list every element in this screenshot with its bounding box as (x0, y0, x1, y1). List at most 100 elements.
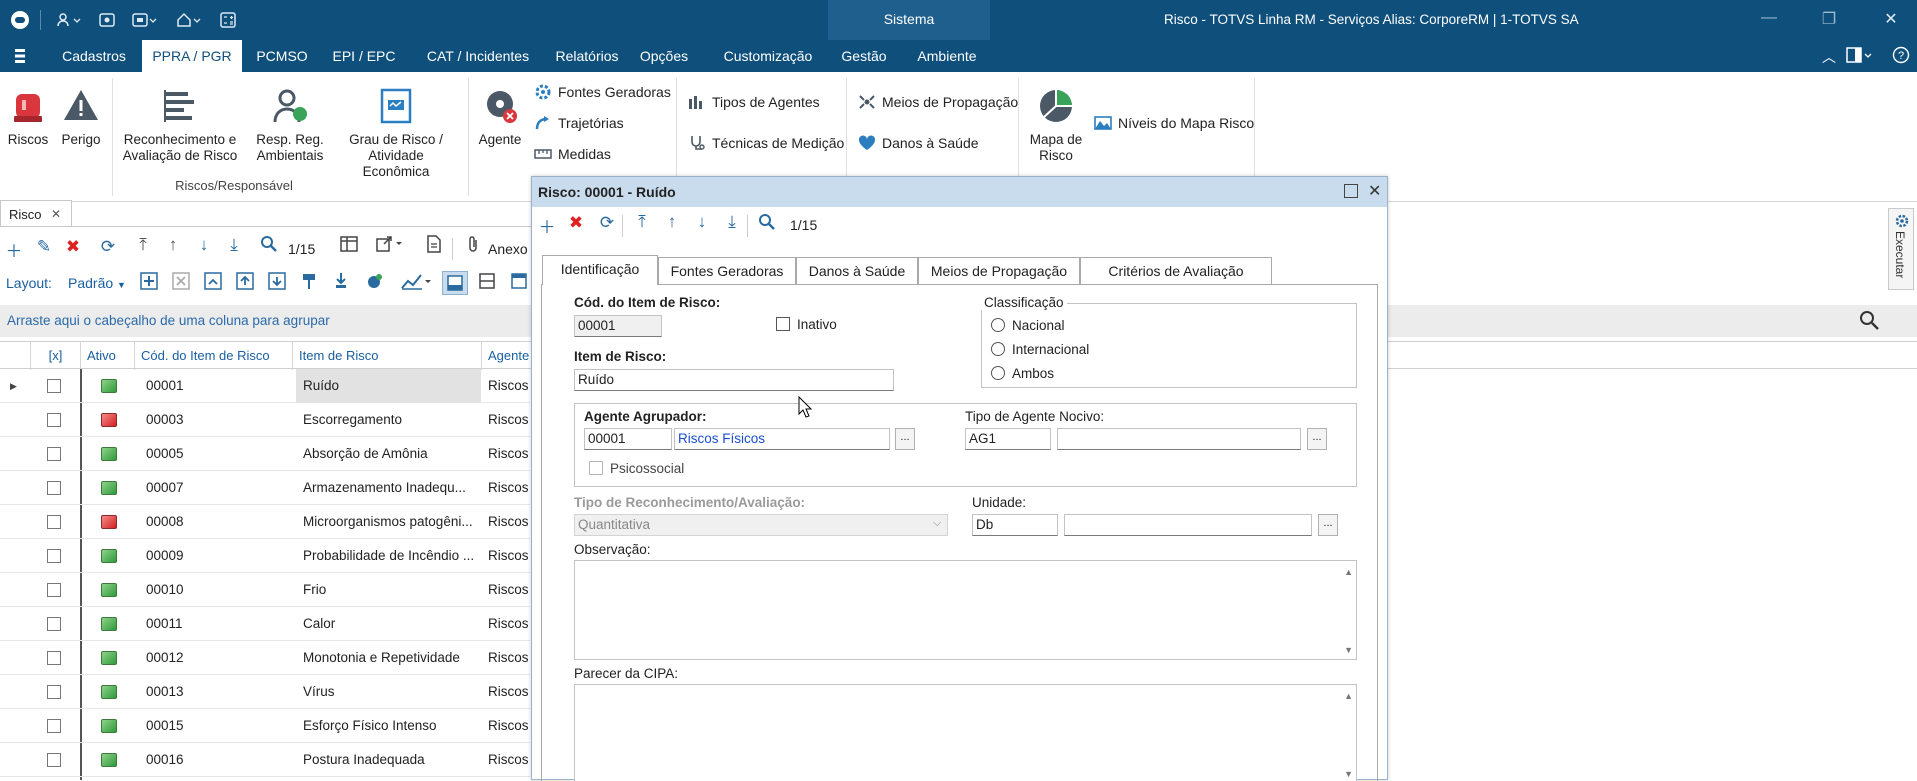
table-row[interactable]: 00005 Absorção de Amônia Riscos (0, 437, 530, 471)
menu-opcoes[interactable]: Opções (634, 40, 694, 72)
menu-ambiente[interactable]: Ambiente (908, 40, 986, 72)
psicossocial-checkbox[interactable] (589, 461, 603, 475)
unidade-name-field[interactable] (1064, 514, 1312, 536)
tab-meios-de-propagacao[interactable]: Meios de Propagação (918, 257, 1080, 284)
radio-ambos[interactable] (991, 366, 1005, 380)
view-panel-icon[interactable] (508, 272, 530, 295)
quick-access-window-icon[interactable] (128, 8, 162, 32)
add-icon[interactable]: ＋ (3, 237, 25, 262)
row-checkbox[interactable] (47, 447, 61, 461)
ribbon-mapa-de-risco-button[interactable]: Mapa de Risco (1024, 86, 1088, 164)
chart-menu-icon[interactable] (400, 272, 434, 295)
quick-access-home-icon[interactable] (172, 8, 206, 32)
row-checkbox[interactable] (47, 685, 61, 699)
column-header-ativo[interactable]: Ativo (80, 342, 139, 370)
ribbon-perigo-button[interactable]: Perigo (56, 86, 106, 148)
dialog-maximize-icon[interactable] (1344, 184, 1358, 198)
search-icon[interactable] (756, 213, 778, 236)
table-row[interactable]: 00009 Probabilidade de Incêndio ... Riscos (0, 539, 530, 573)
cod-item-field[interactable]: 00001 (574, 315, 662, 337)
minimize-button[interactable]: — (1754, 9, 1784, 31)
row-checkbox[interactable] (47, 413, 61, 427)
observacao-textarea[interactable]: ▲ ▼ (574, 560, 1357, 660)
table-row[interactable]: 00016 Postura Inadequada Riscos (0, 743, 530, 777)
radio-internacional[interactable] (991, 342, 1005, 356)
refresh-icon[interactable]: ⟳ (596, 213, 618, 233)
add-icon[interactable]: ＋ (536, 213, 558, 238)
ribbon-riscos-button[interactable]: Riscos (4, 86, 52, 148)
unidade-code-field[interactable]: Db (972, 514, 1058, 536)
parecer-cipa-textarea[interactable]: ▲ ▼ (574, 684, 1357, 781)
previous-record-icon[interactable]: ↑ (661, 212, 683, 232)
tab-criterios-de-avaliacao[interactable]: Critérios de Avaliação (1080, 257, 1272, 284)
columns-icon[interactable] (338, 235, 360, 258)
view-split-icon[interactable] (476, 272, 498, 295)
radio-nacional[interactable] (991, 318, 1005, 332)
grid-search-icon[interactable] (1858, 309, 1882, 333)
pin-down-icon[interactable] (330, 272, 352, 295)
edit-icon[interactable]: ✎ (33, 237, 55, 257)
quick-access-view-icon[interactable] (96, 8, 118, 32)
inativo-checkbox[interactable] (776, 317, 790, 331)
menu-customizacao[interactable]: Customização (720, 40, 816, 72)
tipo-agente-code-field[interactable]: AG1 (965, 428, 1051, 450)
ribbon-fontes-geradoras[interactable]: Fontes Geradoras (534, 83, 671, 101)
dialog-close-icon[interactable]: ✕ (1368, 181, 1381, 201)
paperclip-icon[interactable] (462, 235, 484, 258)
column-header-item[interactable]: Item de Risco (292, 342, 482, 370)
download-layout-icon[interactable] (266, 272, 288, 295)
layout-toggle-icon[interactable] (1846, 46, 1876, 66)
scroll-down-icon[interactable]: ▼ (1344, 645, 1353, 655)
quick-access-users-icon[interactable] (52, 8, 86, 32)
upload-layout-icon[interactable] (234, 272, 256, 295)
column-header-codigo[interactable]: Cód. do Item de Risco (134, 342, 294, 370)
scroll-up-icon[interactable]: ▲ (1344, 567, 1353, 577)
search-icon[interactable] (258, 235, 280, 258)
row-checkbox[interactable] (47, 651, 61, 665)
menu-pcmso[interactable]: PCMSO (250, 40, 314, 72)
quick-access-calculator-icon[interactable] (216, 8, 240, 32)
ribbon-trajetorias[interactable]: Trajetórias (534, 114, 624, 132)
row-checkbox[interactable] (47, 719, 61, 733)
row-checkbox[interactable] (47, 379, 61, 393)
agente-code-field[interactable]: 00001 (584, 428, 672, 450)
view-single-icon[interactable] (442, 271, 468, 295)
table-row[interactable]: 00003 Escorregamento Riscos (0, 403, 530, 437)
ribbon-resp-reg-button[interactable]: Resp. Reg. Ambientais (248, 86, 332, 164)
collapse-ribbon-icon[interactable]: ︿ (1822, 47, 1836, 67)
agente-name-field[interactable]: Riscos Físicos (674, 428, 890, 450)
table-row[interactable]: 00011 Calor Riscos (0, 607, 530, 641)
export-icon[interactable] (376, 235, 402, 258)
delete-icon[interactable]: ✖ (62, 237, 84, 257)
next-record-icon[interactable]: ↓ (193, 235, 215, 255)
remove-layout-icon[interactable] (170, 272, 192, 295)
table-row[interactable]: 00013 Vírus Riscos (0, 675, 530, 709)
menu-ppra-pgr[interactable]: PPRA / PGR (142, 40, 242, 72)
restore-button[interactable]: ❐ (1814, 9, 1844, 31)
ribbon-tecnicas-de-medicao[interactable]: Técnicas de Medição (688, 134, 844, 152)
tab-danos-a-saude[interactable]: Danos à Saúde (796, 257, 918, 284)
refresh-icon[interactable]: ⟳ (97, 237, 119, 257)
tipo-agente-lookup-button[interactable]: ... (1307, 428, 1327, 450)
table-row[interactable]: 00007 Armazenamento Inadequ... Riscos (0, 471, 530, 505)
menu-epi-epc[interactable]: EPI / EPC (326, 40, 402, 72)
first-record-icon[interactable]: ⤒ (132, 235, 154, 255)
tab-fontes-geradoras[interactable]: Fontes Geradoras (658, 257, 796, 284)
unidade-lookup-button[interactable]: ... (1318, 514, 1338, 536)
filter-icon[interactable] (364, 272, 386, 295)
table-row[interactable]: 00015 Esforço Físico Intenso Riscos (0, 709, 530, 743)
row-checkbox[interactable] (47, 481, 61, 495)
menu-relatorios[interactable]: Relatórios (550, 40, 624, 72)
menu-cadastros[interactable]: Cadastros (52, 40, 136, 72)
report-icon[interactable] (423, 235, 445, 258)
first-record-icon[interactable]: ⤒ (631, 212, 653, 232)
agente-lookup-button[interactable]: ... (895, 428, 915, 450)
anexo-button[interactable]: Anexo (488, 241, 528, 257)
row-checkbox[interactable] (47, 753, 61, 767)
tab-identificacao[interactable]: Identificação (542, 255, 658, 285)
app-menu-icon[interactable] (10, 46, 32, 66)
close-button[interactable]: ✕ (1876, 9, 1906, 31)
next-record-icon[interactable]: ↓ (691, 212, 713, 232)
ribbon-grau-risco-button[interactable]: Grau de Risco / Atividade Econômica (334, 86, 458, 180)
add-layout-icon[interactable] (138, 272, 160, 295)
